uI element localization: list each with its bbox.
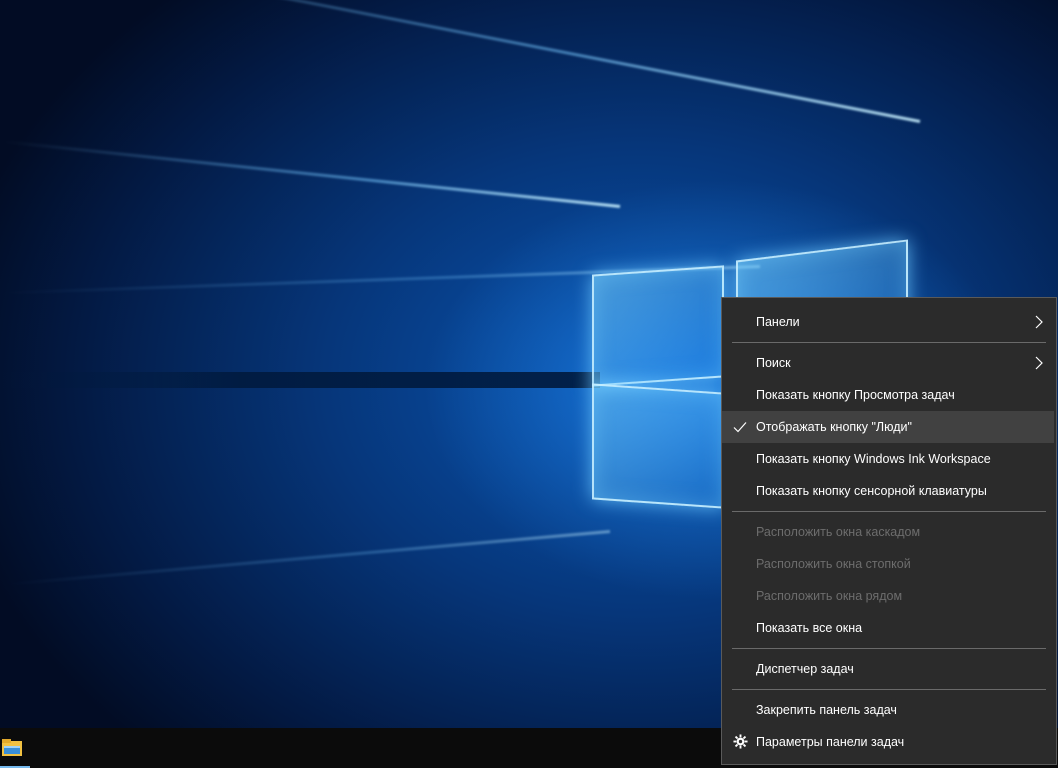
menu-item-panels[interactable]: Панели: [722, 306, 1056, 338]
menu-item-ink-workspace-button[interactable]: Показать кнопку Windows Ink Workspace: [722, 443, 1056, 475]
menu-item-lock-taskbar[interactable]: Закрепить панель задач: [722, 694, 1056, 726]
wallpaper-beam: [2, 530, 611, 587]
taskbar-context-menu: Панели Поиск Показать кнопку Просмотра з…: [721, 297, 1057, 765]
menu-item-label: Расположить окна каскадом: [756, 525, 921, 539]
menu-item-label: Показать кнопку Просмотра задач: [756, 388, 955, 402]
wallpaper-beam: [3, 140, 621, 208]
wallpaper-shadow-band: [0, 372, 600, 388]
menu-item-label: Панели: [756, 315, 800, 329]
checkmark-icon: [733, 422, 747, 433]
logo-pane-top-left: [592, 265, 724, 387]
menu-item-people-button[interactable]: Отображать кнопку "Люди": [722, 411, 1054, 443]
file-explorer-icon[interactable]: [0, 736, 30, 768]
menu-item-label: Показать все окна: [756, 621, 863, 635]
menu-item-side-by-side-windows: Расположить окна рядом: [722, 580, 1056, 612]
menu-item-task-manager[interactable]: Диспетчер задач: [722, 653, 1056, 685]
menu-item-cascade-windows: Расположить окна каскадом: [722, 516, 1056, 548]
logo-pane-bottom-left: [592, 383, 724, 509]
menu-separator: [732, 342, 1046, 343]
menu-item-label: Расположить окна рядом: [756, 589, 903, 603]
menu-item-label: Поиск: [756, 356, 791, 370]
menu-item-label: Показать кнопку Windows Ink Workspace: [756, 452, 991, 466]
menu-item-search[interactable]: Поиск: [722, 347, 1056, 379]
menu-item-label: Диспетчер задач: [756, 662, 854, 676]
menu-item-label: Отображать кнопку "Люди": [756, 420, 912, 434]
menu-item-touch-keyboard-button[interactable]: Показать кнопку сенсорной клавиатуры: [722, 475, 1056, 507]
menu-separator: [732, 648, 1046, 649]
menu-item-label: Расположить окна стопкой: [756, 557, 911, 571]
menu-item-label: Параметры панели задач: [756, 735, 905, 749]
gear-icon: [733, 734, 748, 749]
menu-item-show-desktop[interactable]: Показать все окна: [722, 612, 1056, 644]
wallpaper-beam: [55, 0, 921, 123]
menu-item-taskbar-settings[interactable]: Параметры панели задач: [722, 726, 1056, 758]
menu-item-stack-windows: Расположить окна стопкой: [722, 548, 1056, 580]
menu-separator: [732, 689, 1046, 690]
chevron-right-icon: [1035, 356, 1043, 370]
chevron-right-icon: [1035, 315, 1043, 329]
menu-item-label: Закрепить панель задач: [756, 703, 897, 717]
menu-separator: [732, 511, 1046, 512]
menu-item-label: Показать кнопку сенсорной клавиатуры: [756, 484, 987, 498]
menu-item-task-view-button[interactable]: Показать кнопку Просмотра задач: [722, 379, 1056, 411]
